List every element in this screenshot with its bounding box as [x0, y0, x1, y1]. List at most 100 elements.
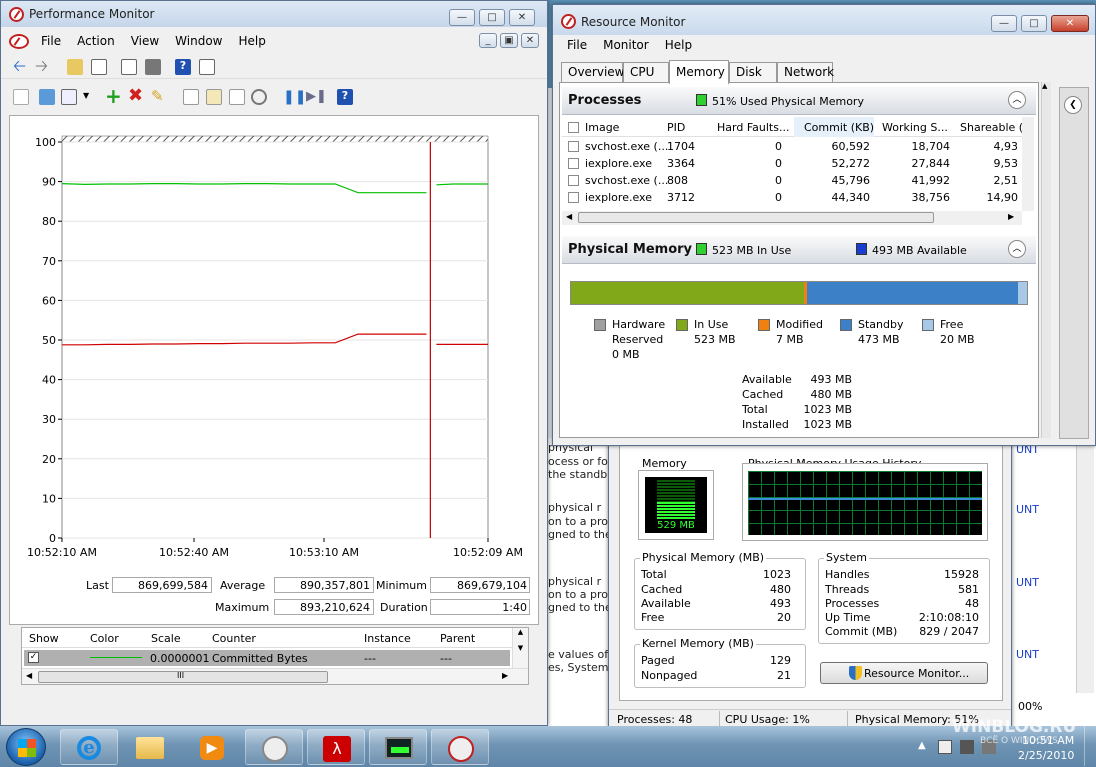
tray-chevron-icon[interactable]: ▲	[918, 740, 926, 751]
menu-help[interactable]: Help	[657, 38, 700, 52]
taskbar-taskmgr[interactable]	[369, 729, 427, 765]
expand-side-panel-icon[interactable]: ❮	[1064, 96, 1082, 114]
print-icon[interactable]	[145, 59, 161, 75]
child-minimize-button[interactable]: _	[479, 33, 497, 48]
process-checkbox[interactable]	[568, 192, 579, 203]
col-parent[interactable]: Parent	[440, 632, 475, 645]
show-checkbox[interactable]: ✓	[28, 652, 39, 663]
back-arrow-icon[interactable]: 🡠	[13, 58, 29, 75]
change-graph-type-icon[interactable]	[61, 89, 77, 105]
counter-properties-icon[interactable]	[229, 89, 245, 105]
process-vscroll[interactable]	[1022, 117, 1034, 211]
chevron-down-icon[interactable]: ▼	[83, 91, 89, 100]
start-button[interactable]	[6, 728, 46, 766]
resmon-vscroll[interactable]: ▲	[1041, 82, 1051, 438]
tab-memory[interactable]: Memory	[669, 60, 729, 84]
menu-window[interactable]: Window	[167, 34, 230, 48]
menu-file[interactable]: File	[559, 38, 595, 52]
minimize-button[interactable]: —	[991, 15, 1017, 32]
process-row[interactable]: svchost.exe (... 808 0 45,796 41,992 2,51	[562, 172, 1022, 189]
line-chart[interactable]: 0 10 20 30 40 50 60 70 80 90 100 10:52:10 AM 10:52:4…	[10, 116, 538, 584]
scroll-right-icon[interactable]: ▶	[1008, 212, 1014, 221]
tab-overview[interactable]: Overview	[561, 62, 625, 82]
scroll-right-icon[interactable]: ▶	[502, 671, 508, 680]
scroll-left-icon[interactable]: ◀	[26, 671, 32, 680]
col-counter[interactable]: Counter	[212, 632, 256, 645]
menu-file[interactable]: File	[33, 34, 69, 48]
collapse-icon[interactable]: ︿	[1008, 91, 1026, 109]
add-counter-icon[interactable]: +	[105, 86, 122, 106]
view-histogram-icon[interactable]	[39, 89, 55, 105]
col-instance[interactable]: Instance	[364, 632, 411, 645]
clock-date[interactable]: 2/25/2010	[1018, 749, 1074, 762]
delete-counter-icon[interactable]: ✖	[128, 87, 144, 105]
taskbar-resmon[interactable]	[431, 729, 489, 765]
menu-monitor[interactable]: Monitor	[595, 38, 657, 52]
col-pid[interactable]: PID	[667, 121, 685, 134]
taskbar-perfmon[interactable]	[245, 729, 303, 765]
tab-network[interactable]: Network	[777, 62, 834, 82]
tab-disk[interactable]: Disk	[729, 62, 777, 82]
perfmon-titlebar[interactable]: Performance Monitor — □ ✕	[1, 1, 547, 27]
view-graph-icon[interactable]	[13, 89, 29, 105]
resource-monitor-button[interactable]: Resource Monitor...	[820, 662, 988, 684]
copy-properties-icon[interactable]	[183, 89, 199, 105]
counter-list-hscroll[interactable]: ◀ III ▶	[22, 668, 528, 684]
counter-list-vscroll[interactable]: ▲ ▼	[512, 628, 528, 668]
menu-action[interactable]: Action	[69, 34, 123, 48]
taskbar-explorer[interactable]	[120, 729, 180, 765]
taskbar-media-player[interactable]: ▶	[182, 729, 242, 765]
close-button[interactable]: ✕	[509, 9, 535, 26]
process-row[interactable]: svchost.exe (... 1704 0 60,592 18,704 4,93	[562, 138, 1022, 155]
help-icon[interactable]: ?	[175, 59, 191, 75]
child-close-button[interactable]: ✕	[521, 33, 539, 48]
next-frame-icon[interactable]: ▶❚	[306, 89, 327, 105]
process-row[interactable]: iexplore.exe 3364 0 52,272 27,844 9,53	[562, 155, 1022, 172]
child-restore-button[interactable]: ▣	[500, 33, 518, 48]
process-hscroll[interactable]: ◀ ▶	[562, 211, 1022, 225]
maximize-button[interactable]: □	[1021, 15, 1047, 32]
properties-icon[interactable]	[121, 59, 137, 75]
bg-unt-label[interactable]: UNT	[1016, 648, 1039, 661]
process-checkbox[interactable]	[568, 141, 579, 152]
folder-up-icon[interactable]	[67, 59, 83, 75]
tab-cpu[interactable]: CPU	[623, 62, 669, 82]
hscroll-thumb[interactable]	[578, 212, 934, 223]
select-all-checkbox[interactable]	[568, 122, 579, 133]
paste-counter-icon[interactable]	[206, 89, 222, 105]
zoom-icon[interactable]	[251, 89, 267, 105]
col-hard-faults[interactable]: Hard Faults...	[717, 121, 789, 134]
col-image[interactable]: Image	[585, 121, 619, 134]
action-pane-icon[interactable]	[199, 59, 215, 75]
bg-unt-label[interactable]: UNT	[1016, 576, 1039, 589]
scroll-left-icon[interactable]: ◀	[566, 212, 572, 221]
menu-help[interactable]: Help	[231, 34, 274, 48]
help-icon[interactable]: ?	[337, 89, 353, 105]
minimize-button[interactable]: —	[449, 9, 475, 26]
taskbar-ie[interactable]: e	[60, 729, 118, 765]
process-checkbox[interactable]	[568, 175, 579, 186]
resmon-content-vscroll[interactable]	[1036, 83, 1039, 437]
close-button[interactable]: ✕	[1051, 15, 1089, 32]
collapse-icon[interactable]: ︿	[1008, 240, 1026, 258]
col-working-set[interactable]: Working S...	[882, 121, 948, 134]
hscroll-thumb[interactable]: III	[38, 671, 328, 683]
counter-row[interactable]: ✓ 0.0000001 Committed Bytes --- ---	[24, 650, 510, 666]
process-row[interactable]: iexplore.exe 3712 0 44,340 38,756 14,90	[562, 189, 1022, 206]
network-icon[interactable]	[960, 740, 974, 754]
forward-arrow-icon[interactable]: 🡢	[35, 58, 51, 75]
bg-unt-label[interactable]: UNT	[1016, 503, 1039, 516]
taskbar-acrobat[interactable]: λ	[307, 729, 365, 765]
bg-scrollbar[interactable]	[1076, 438, 1094, 693]
highlight-icon[interactable]: ✎	[151, 88, 167, 104]
col-show[interactable]: Show	[29, 632, 59, 645]
col-scale[interactable]: Scale	[151, 632, 181, 645]
physical-memory-header[interactable]: Physical Memory 523 MB In Use 493 MB Ava…	[562, 236, 1036, 264]
pause-icon[interactable]: ❚❚	[283, 89, 306, 105]
resmon-titlebar[interactable]: Resource Monitor — □ ✕	[553, 5, 1095, 35]
col-commit[interactable]: Commit (KB)	[804, 121, 874, 134]
console-tree-icon[interactable]	[91, 59, 107, 75]
col-color[interactable]: Color	[90, 632, 119, 645]
show-desktop-button[interactable]	[1084, 726, 1096, 766]
flag-icon[interactable]	[938, 740, 952, 754]
